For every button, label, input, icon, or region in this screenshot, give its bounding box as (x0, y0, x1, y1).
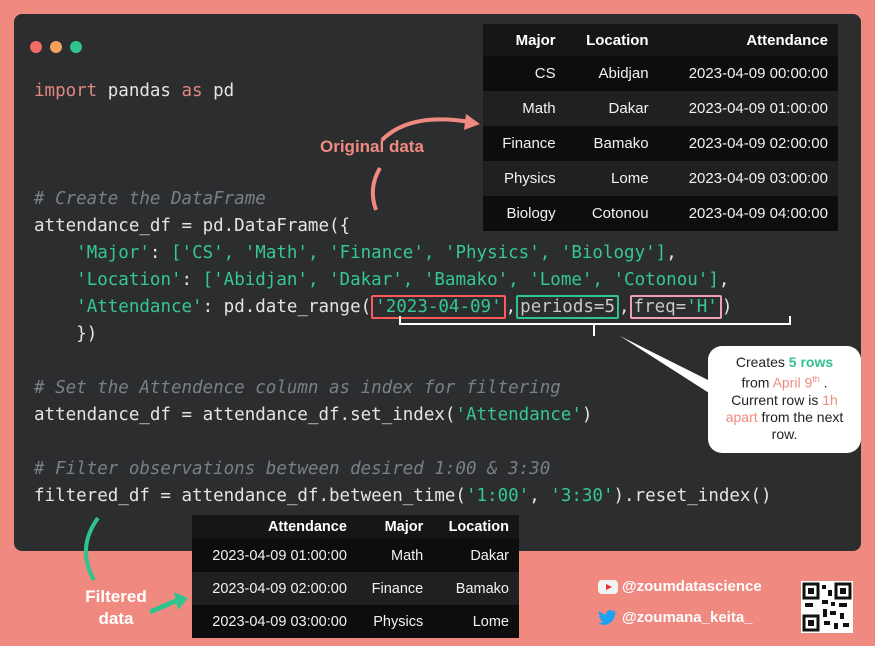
qr-code-icon[interactable] (801, 581, 853, 633)
table-header-row: Major Location Attendance (483, 24, 838, 56)
table-row: 2023-04-09 01:00:00 Math Dakar (192, 539, 519, 572)
col-header: Major (483, 24, 566, 56)
col-header: Major (356, 515, 434, 539)
arrow-filter-down (83, 516, 100, 581)
col-header: Attendance (192, 515, 357, 539)
col-header: Location (565, 24, 659, 56)
table-row: Math Dakar 2023-04-09 01:00:00 (483, 91, 838, 126)
table-header-row: Attendance Major Location (192, 515, 519, 539)
filtered-table: Attendance Major Location 2023-04-09 01:… (192, 515, 519, 638)
table-row: Finance Bamako 2023-04-09 02:00:00 (483, 126, 838, 161)
twitter-handle[interactable]: @zoumana_keita_ (598, 609, 753, 626)
col-header: Attendance (658, 24, 838, 56)
callout-bubble: Creates 5 rows from April 9th . Current … (708, 346, 861, 453)
arrow-filter-right (149, 597, 179, 615)
youtube-handle[interactable]: @zoumdatascience (598, 578, 762, 595)
youtube-icon (598, 579, 618, 594)
arrow-from-code (370, 166, 382, 211)
table-row: Physics Lome 2023-04-09 03:00:00 (483, 161, 838, 196)
arrow-head-original (464, 114, 480, 130)
callout-pointer (620, 336, 720, 400)
filtered-data-label: Filtered data (85, 587, 147, 628)
table-row: CS Abidjan 2023-04-09 00:00:00 (483, 56, 838, 91)
original-table: Major Location Attendance CS Abidjan 2023-… (483, 24, 838, 231)
bracket-line (399, 316, 791, 325)
twitter-icon (598, 609, 617, 625)
original-data-label: Original data (320, 137, 424, 156)
arrow-head-filtered (174, 592, 188, 610)
table-row: Biology Cotonou 2023-04-09 04:00:00 (483, 196, 838, 231)
col-header: Location (433, 515, 519, 539)
table-row: 2023-04-09 03:00:00 Physics Lome (192, 605, 519, 638)
table-row: 2023-04-09 02:00:00 Finance Bamako (192, 572, 519, 605)
